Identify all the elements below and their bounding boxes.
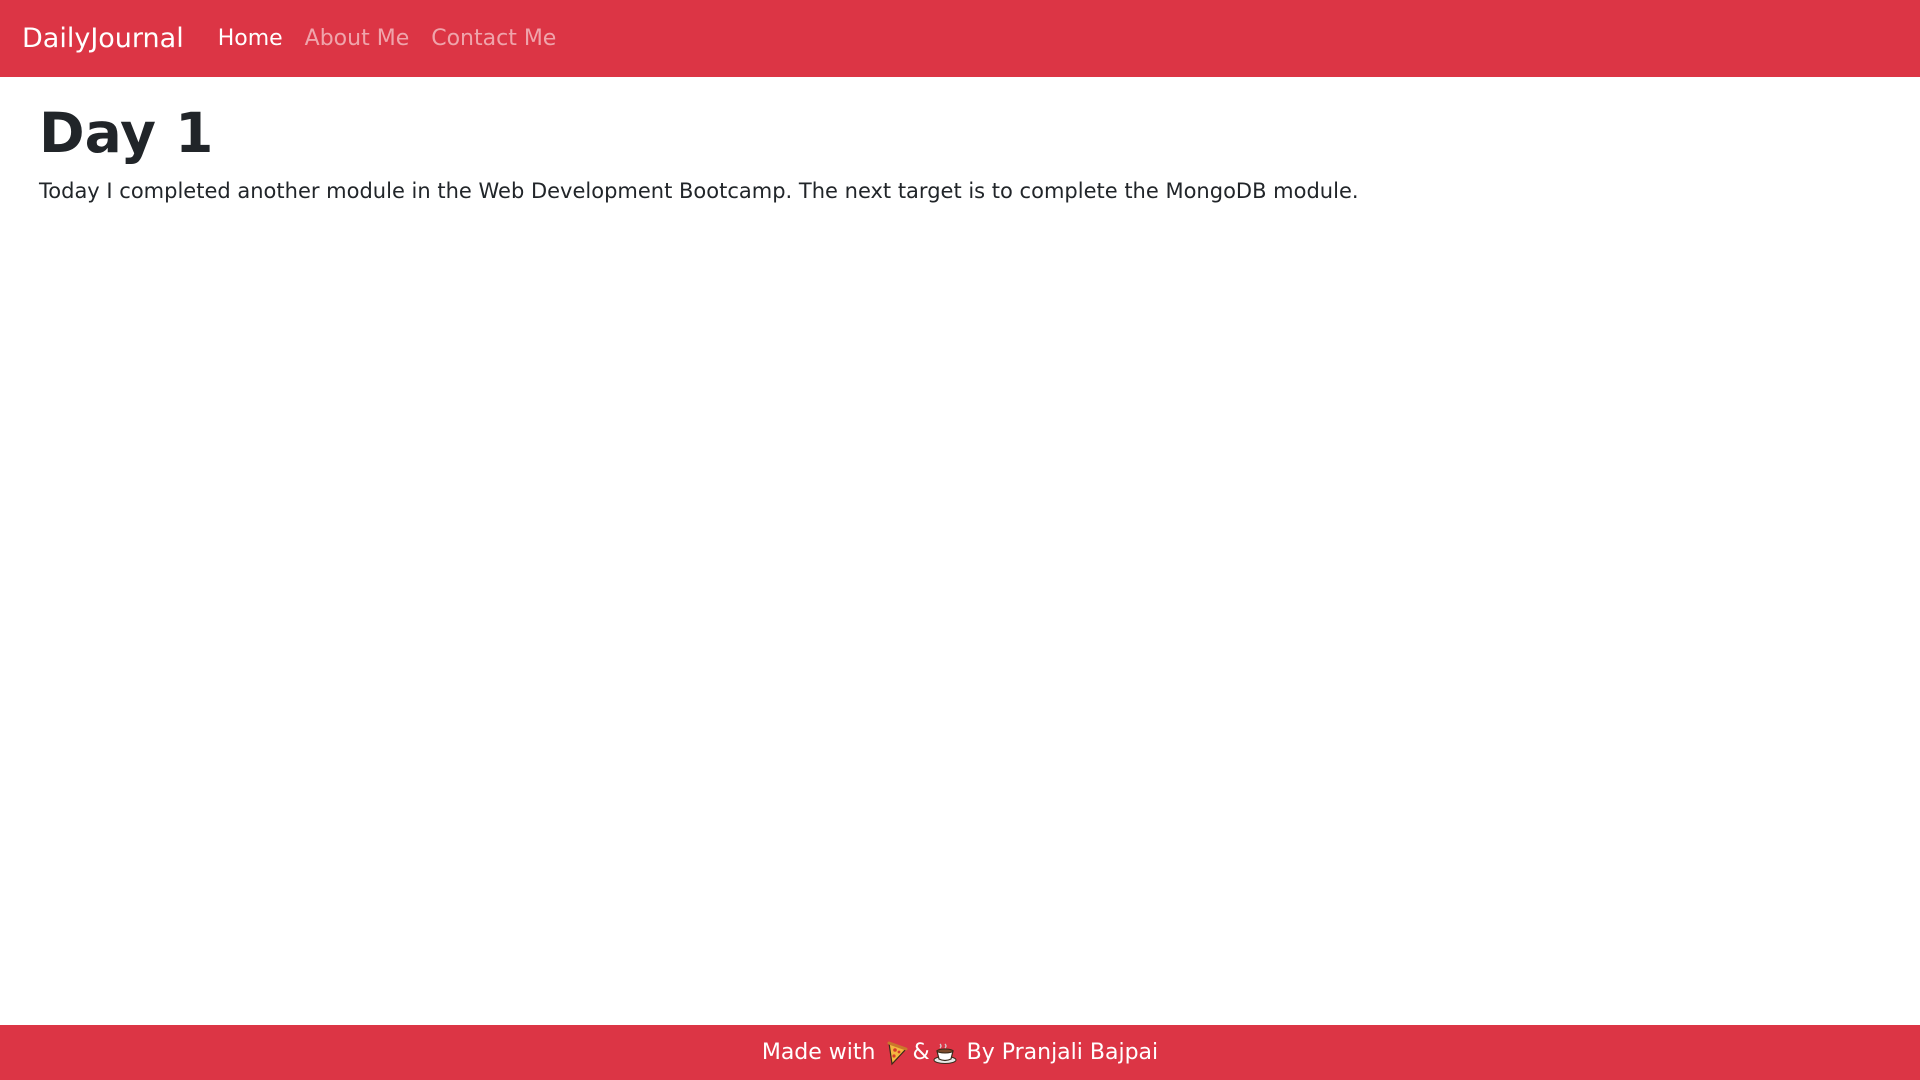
footer-ampersand: & — [912, 1040, 930, 1065]
main-content: Day 1 Today I completed another module i… — [39, 100, 1860, 208]
navbar: DailyJournal Home About Me Contact Me — [0, 0, 1920, 77]
footer: Made with & By Pranjali Bajpai — [0, 1025, 1920, 1080]
post-body: Today I completed another module in the … — [39, 179, 1359, 203]
coffee-icon — [933, 1043, 957, 1064]
footer-prefix: Made with — [761, 1040, 883, 1065]
nav-link-home[interactable]: Home — [218, 26, 283, 51]
footer-suffix: By Pranjali Bajpai — [959, 1040, 1159, 1065]
brand-link[interactable]: DailyJournal — [22, 23, 184, 54]
post-title: Day 1 — [39, 101, 214, 165]
pizza-icon — [887, 1041, 908, 1065]
nav-link-contact-me[interactable]: Contact Me — [431, 26, 556, 51]
nav-link-about-me[interactable]: About Me — [305, 26, 410, 51]
